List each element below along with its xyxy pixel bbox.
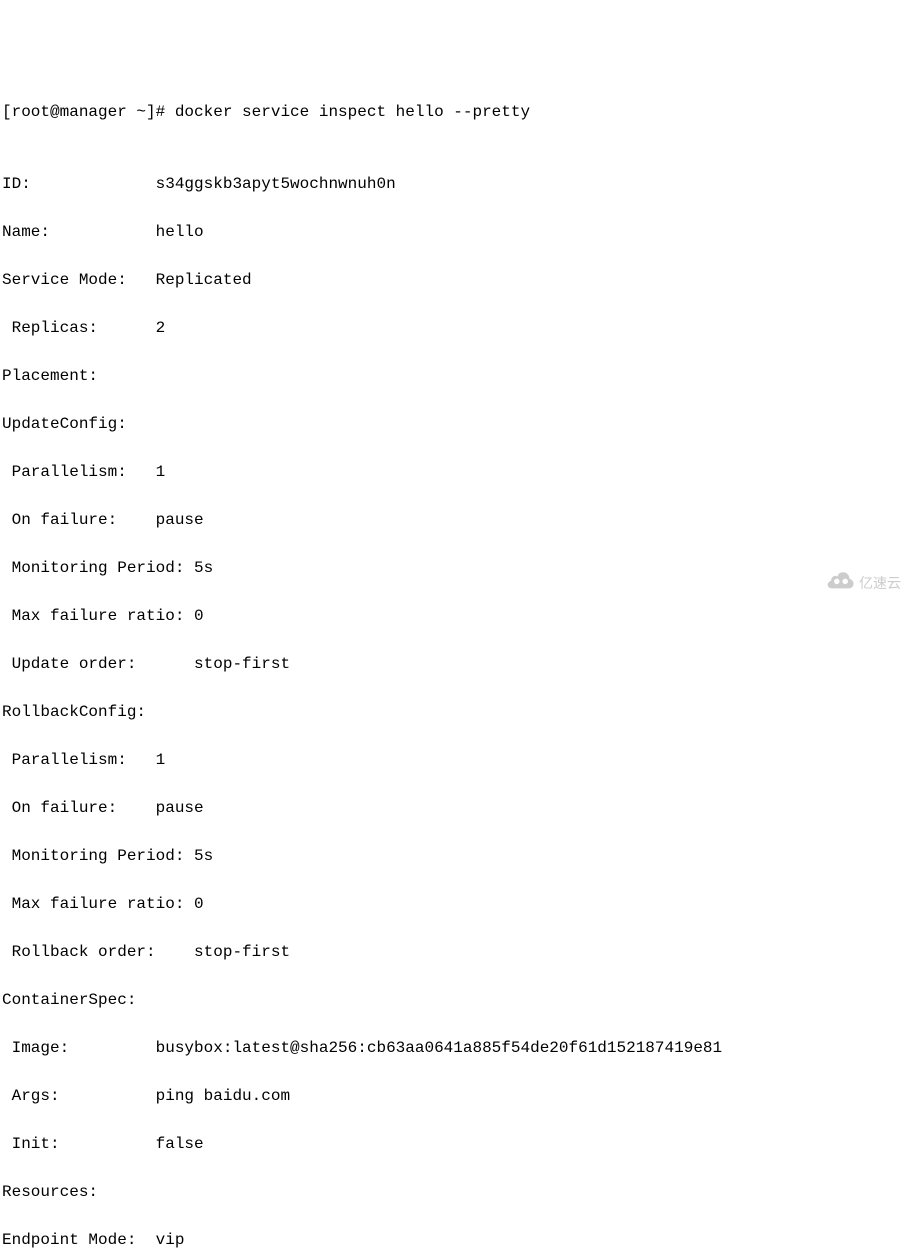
- field-update-onfailure: On failure: pause: [2, 508, 911, 532]
- section-resources: Resources:: [2, 1180, 911, 1204]
- section-rollbackconfig: RollbackConfig:: [2, 700, 911, 724]
- field-init: Init: false: [2, 1132, 911, 1156]
- field-args: Args: ping baidu.com: [2, 1084, 911, 1108]
- cloud-icon: [811, 550, 855, 616]
- field-update-order: Update order: stop-first: [2, 652, 911, 676]
- field-id: ID: s34ggskb3apyt5wochnwnuh0n: [2, 172, 911, 196]
- field-replicas: Replicas: 2: [2, 316, 911, 340]
- section-updateconfig: UpdateConfig:: [2, 412, 911, 436]
- field-service-mode: Service Mode: Replicated: [2, 268, 911, 292]
- section-placement: Placement:: [2, 364, 911, 388]
- field-rollback-onfailure: On failure: pause: [2, 796, 911, 820]
- field-rollback-monitoring: Monitoring Period: 5s: [2, 844, 911, 868]
- watermark-text: 亿速云: [859, 573, 901, 594]
- field-update-monitoring: Monitoring Period: 5s: [2, 556, 911, 580]
- field-rollback-maxfailure: Max failure ratio: 0: [2, 892, 911, 916]
- field-update-maxfailure: Max failure ratio: 0: [2, 604, 911, 628]
- field-image: Image: busybox:latest@sha256:cb63aa0641a…: [2, 1036, 911, 1060]
- shell-prompt-command: [root@manager ~]# docker service inspect…: [2, 100, 911, 124]
- section-containerspec: ContainerSpec:: [2, 988, 911, 1012]
- field-rollback-order: Rollback order: stop-first: [2, 940, 911, 964]
- field-name: Name: hello: [2, 220, 911, 244]
- watermark: 亿速云: [811, 550, 901, 616]
- field-update-parallelism: Parallelism: 1: [2, 460, 911, 484]
- field-rollback-parallelism: Parallelism: 1: [2, 748, 911, 772]
- field-endpoint-mode: Endpoint Mode: vip: [2, 1228, 911, 1248]
